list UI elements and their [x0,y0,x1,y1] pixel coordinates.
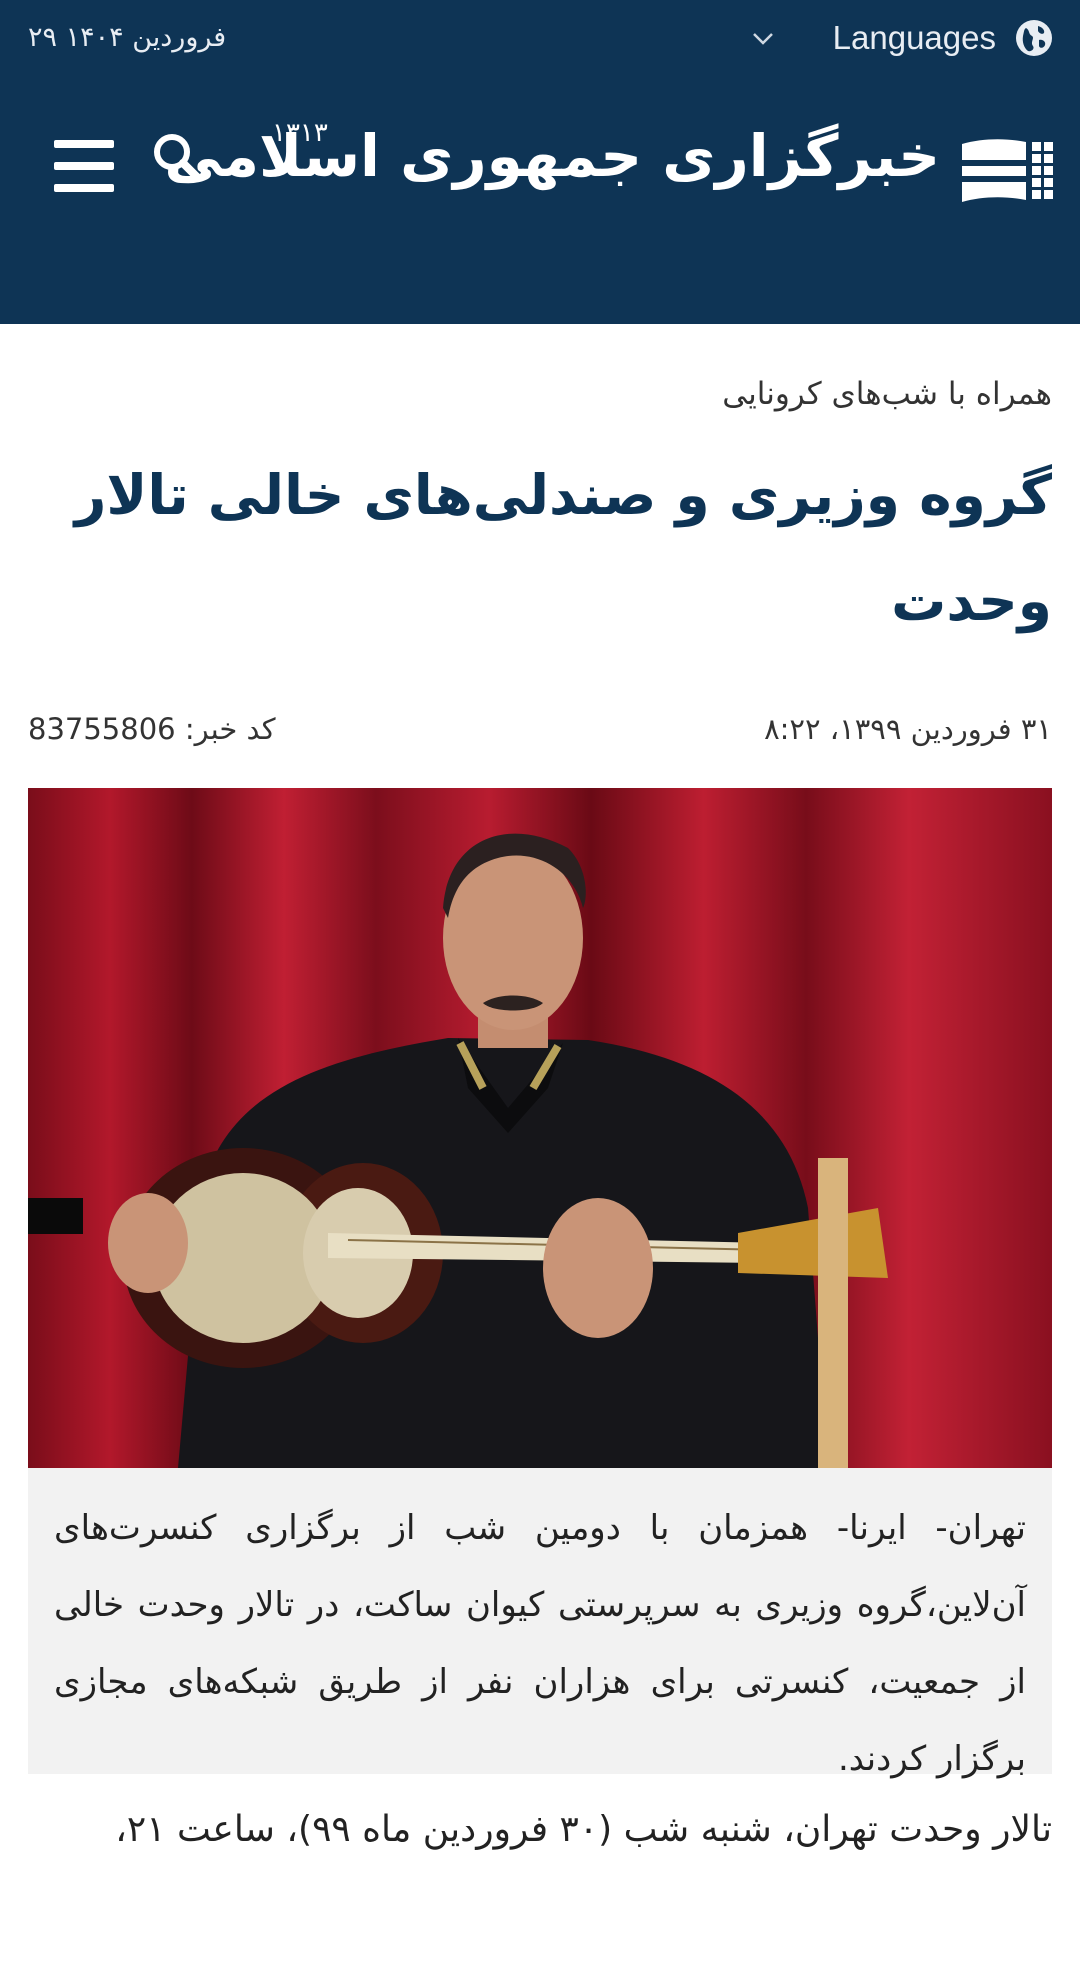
news-code: کد خبر: 83755806 [28,712,276,746]
logo-row: ۱۳۱۳ خبرگزاری جمهوری اسلامی [0,118,1080,228]
header-date: ۲۹ فروردین ۱۴۰۴ [28,22,227,53]
article-title: گروه وزیری و صندلی‌های خالی تالار وحدت [74,463,1052,633]
languages-label: Languages [832,19,996,56]
irna-logo-icon[interactable] [962,138,1054,204]
hamburger-icon-bar [54,184,114,192]
hamburger-icon-bar [54,140,114,148]
chevron-down-icon [752,33,773,45]
article-photo[interactable] [28,788,1052,1468]
hamburger-icon-bar [54,162,114,170]
site-logo-text[interactable]: خبرگزاری جمهوری اسلامی [164,122,941,190]
article-body: تالار وحدت تهران، شنبه شب (۳۰ فروردین ما… [115,1809,1052,1850]
article-date: ۳۱ فروردین ۱۳۹۹، ۸:۲۲ [764,712,1052,746]
menu-button[interactable] [54,140,114,192]
languages-selector[interactable]: Languages [749,14,1054,62]
globe-icon [1016,20,1052,56]
article-lead: تهران- ایرنا- همزمان با دومین شب از برگز… [28,1468,1052,1779]
site-header: ۲۹ فروردین ۱۴۰۴ Languages ۱۳۱۳ خبرگزاری … [0,0,1080,324]
article-subtitle: همراه با شب‌های کرونایی [722,376,1052,412]
top-bar: ۲۹ فروردین ۱۴۰۴ Languages [0,0,1080,80]
news-code-label: کد خبر: [184,712,276,746]
news-code-value: 83755806 [28,712,176,746]
article-lead-text: تهران- ایرنا- همزمان با دومین شب از برگز… [54,1508,1026,1779]
